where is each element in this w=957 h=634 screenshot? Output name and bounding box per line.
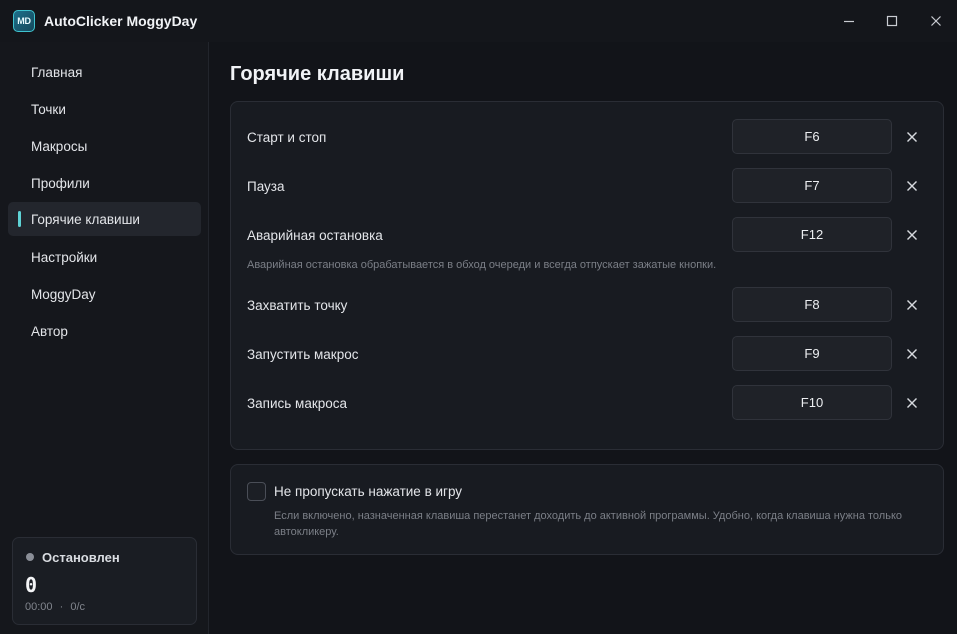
sidebar-item-label: Главная <box>31 64 83 80</box>
minimize-button[interactable] <box>836 8 862 34</box>
sidebar-item-label: Автор <box>31 323 68 339</box>
hotkey-label-run-macro: Запустить макрос <box>247 347 359 362</box>
hotkey-label-emergency-stop: Аварийная остановка <box>247 228 383 243</box>
hotkey-label-start-stop: Старт и стоп <box>247 130 327 145</box>
sidebar-item-points[interactable]: Точки <box>8 92 201 126</box>
sidebar-item-label: MoggyDay <box>31 286 96 302</box>
elapsed-time: 00:00 <box>25 601 53 613</box>
sidebar-item-label: Настройки <box>31 249 98 265</box>
sidebar-item-settings[interactable]: Настройки <box>8 240 201 274</box>
hotkey-value: F12 <box>800 227 824 242</box>
close-icon <box>907 132 917 142</box>
app-logo-text: MD <box>17 16 31 26</box>
hotkey-field-start-stop[interactable]: F6 <box>732 119 892 154</box>
hotkey-label-capture-point: Захватить точку <box>247 298 348 313</box>
status-meta: 00:00 · 0/с <box>25 601 85 613</box>
block-input-checkbox[interactable] <box>247 482 266 501</box>
close-icon <box>931 16 941 26</box>
clear-hotkey-pause-button[interactable] <box>902 176 922 196</box>
maximize-icon <box>886 15 898 27</box>
sidebar-item-moggyday[interactable]: MoggyDay <box>8 277 201 311</box>
close-icon <box>907 230 917 240</box>
close-window-button[interactable] <box>923 8 949 34</box>
sidebar-item-label: Макросы <box>31 138 88 154</box>
close-icon <box>907 300 917 310</box>
block-input-label: Не пропускать нажатие в игру <box>274 484 463 499</box>
close-icon <box>907 181 917 191</box>
clear-hotkey-capture-point-button[interactable] <box>902 295 922 315</box>
maximize-button[interactable] <box>879 8 905 34</box>
sidebar-item-author[interactable]: Автор <box>8 314 201 348</box>
hotkey-value: F10 <box>800 395 824 410</box>
hotkey-field-record-macro[interactable]: F10 <box>732 385 892 420</box>
active-indicator <box>18 211 21 227</box>
sidebar-item-macros[interactable]: Макросы <box>8 129 201 163</box>
hotkey-field-capture-point[interactable]: F8 <box>732 287 892 322</box>
close-icon <box>907 349 917 359</box>
status-dot <box>26 553 34 561</box>
app-title: AutoClicker MoggyDay <box>44 13 198 29</box>
emergency-stop-note: Аварийная остановка обрабатывается в обх… <box>247 259 717 271</box>
hotkeys-card: Старт и стоп F6 Пауза F7 Аварийная остан… <box>230 101 944 450</box>
sidebar: Главная Точки Макросы Профили Горячие кл… <box>0 42 209 634</box>
hotkey-value: F6 <box>804 129 820 144</box>
sidebar-item-label: Горячие клавиши <box>31 211 140 227</box>
sidebar-item-label: Точки <box>31 101 66 117</box>
click-count: 0 <box>25 573 38 597</box>
clear-hotkey-record-macro-button[interactable] <box>902 393 922 413</box>
hotkey-value: F7 <box>804 178 820 193</box>
hotkey-value: F8 <box>804 297 820 312</box>
clear-hotkey-emergency-stop-button[interactable] <box>902 225 922 245</box>
click-rate: 0/с <box>70 601 86 613</box>
title-bar: MD AutoClicker MoggyDay <box>0 0 957 42</box>
status-card: Остановлен 0 00:00 · 0/с <box>12 537 197 625</box>
sidebar-item-profiles[interactable]: Профили <box>8 166 201 200</box>
minimize-icon <box>844 20 854 23</box>
meta-separator: · <box>59 601 64 613</box>
block-input-description: Если включено, назначенная клавиша перес… <box>274 510 902 538</box>
close-icon <box>907 398 917 408</box>
hotkey-field-emergency-stop[interactable]: F12 <box>732 217 892 252</box>
sidebar-item-home[interactable]: Главная <box>8 55 201 89</box>
app-logo: MD <box>13 10 35 32</box>
hotkey-field-pause[interactable]: F7 <box>732 168 892 203</box>
sidebar-item-label: Профили <box>31 175 90 191</box>
sidebar-item-hotkeys[interactable]: Горячие клавиши <box>8 202 201 236</box>
hotkey-field-run-macro[interactable]: F9 <box>732 336 892 371</box>
status-label: Остановлен <box>42 550 120 565</box>
block-input-option-card: Не пропускать нажатие в игру Если включе… <box>230 464 944 555</box>
hotkey-label-pause: Пауза <box>247 179 285 194</box>
page-title: Горячие клавиши <box>230 63 405 85</box>
hotkey-value: F9 <box>804 346 820 361</box>
clear-hotkey-start-stop-button[interactable] <box>902 127 922 147</box>
hotkey-label-record-macro: Запись макроса <box>247 396 348 411</box>
clear-hotkey-run-macro-button[interactable] <box>902 344 922 364</box>
